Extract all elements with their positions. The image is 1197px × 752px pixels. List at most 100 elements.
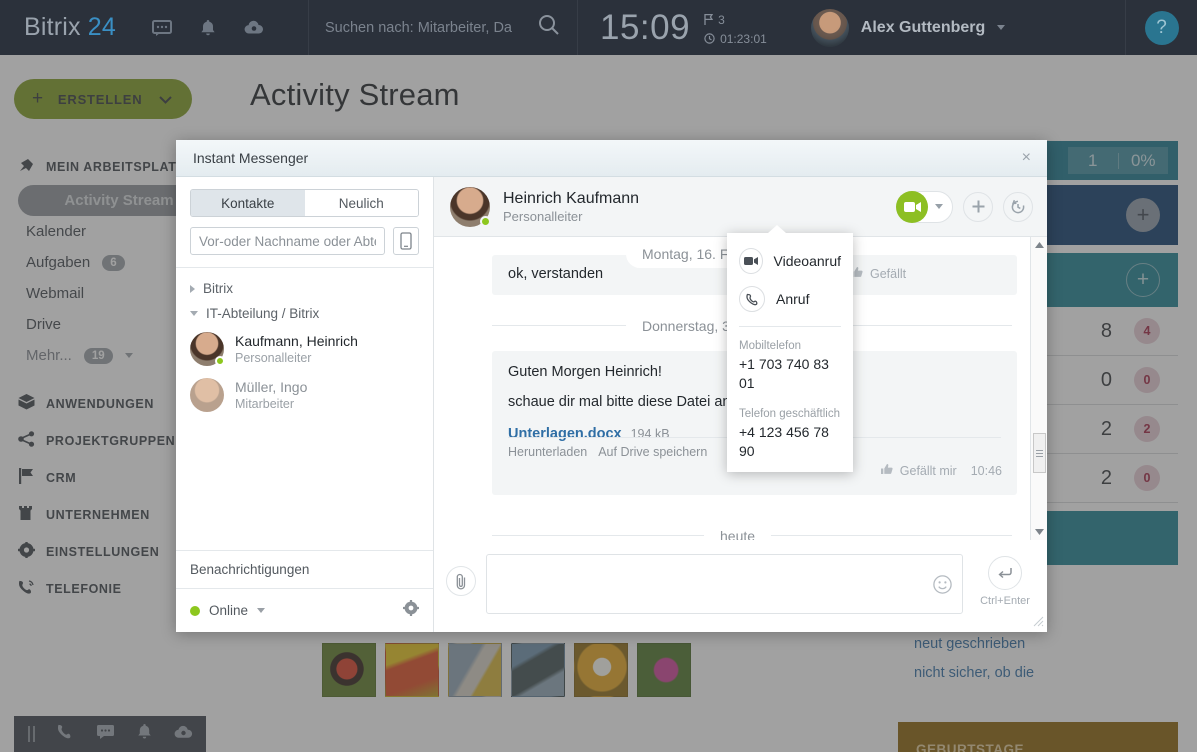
- user-menu[interactable]: Alex Guttenberg: [810, 0, 1006, 55]
- current-time: 15:09: [599, 7, 691, 47]
- video-camera-icon: [739, 248, 763, 274]
- thumbs-up-icon: [880, 463, 893, 478]
- phone-work: Telefon geschäftlich +4 123 456 78 90: [727, 403, 853, 461]
- video-camera-icon: [896, 190, 928, 223]
- send-hint: Ctrl+Enter: [980, 595, 1030, 607]
- im-body: Kontakte Neulich Bitrix I: [176, 177, 1047, 632]
- top-icon-group: [151, 0, 264, 55]
- im-search-row: [190, 227, 419, 255]
- tree-node-it-abteilung[interactable]: IT-Abteilung / Bitrix: [176, 301, 433, 326]
- im-left-footer: Benachrichtigungen Online: [176, 550, 433, 632]
- instant-messenger-window: Instant Messenger × Kontakte Neulich Vor…: [176, 140, 1047, 632]
- phone-mobile-label: Mobiltelefon: [739, 340, 802, 352]
- status-dot-online: [190, 605, 200, 616]
- list-item[interactable]: Müller, Ingo Mitarbeiter: [176, 372, 433, 418]
- menu-item-anruf[interactable]: Anruf: [727, 280, 853, 318]
- phone-mobile-value[interactable]: +1 703 740 83 01: [739, 355, 841, 393]
- save-to-drive-link[interactable]: Auf Drive speichern: [598, 445, 707, 459]
- chat-icon[interactable]: [151, 19, 172, 36]
- tree-node-label: IT-Abteilung / Bitrix: [206, 306, 320, 321]
- file-name-link[interactable]: Unterlagen.docx: [508, 426, 622, 442]
- chevron-down-icon[interactable]: [935, 204, 943, 209]
- attach-icon[interactable]: [446, 566, 476, 596]
- bell-icon[interactable]: [200, 19, 216, 37]
- status-selector[interactable]: Online: [176, 589, 433, 632]
- chat-composer: Ctrl+Enter: [434, 540, 1047, 632]
- mobile-icon[interactable]: [393, 227, 419, 255]
- flag-counter[interactable]: 3: [704, 13, 767, 27]
- resize-handle[interactable]: [1033, 616, 1044, 630]
- emoji-icon[interactable]: [933, 575, 952, 599]
- chevron-down-icon[interactable]: [997, 25, 1006, 30]
- cloud-icon[interactable]: [244, 20, 264, 35]
- status-label: Online: [209, 603, 249, 618]
- avatar: [190, 332, 225, 366]
- history-button[interactable]: [1003, 191, 1033, 222]
- add-button[interactable]: [963, 191, 993, 222]
- chat-partner-meta: Heinrich Kaufmann Personalleiter: [503, 189, 639, 225]
- im-contacts-panel: Kontakte Neulich Bitrix I: [176, 177, 434, 632]
- menu-item-videoanruf[interactable]: Videoanruf: [727, 242, 853, 280]
- message-like-bar[interactable]: Gefällt mir 10:46: [880, 463, 1002, 478]
- app-logo[interactable]: Bitrix 24: [0, 0, 116, 55]
- chat-date-separator: heute: [704, 522, 772, 540]
- top-bar: Bitrix 24 Suchen nach: Mitarbeiter, Da 1…: [0, 0, 1197, 55]
- tab-neulich[interactable]: Neulich: [304, 190, 418, 216]
- chat-partner-name: Heinrich Kaufmann: [503, 189, 640, 207]
- phone-mobile: Mobiltelefon +1 703 740 83 01: [727, 335, 853, 393]
- close-icon[interactable]: ×: [1018, 149, 1035, 167]
- status-dot-online: [480, 215, 491, 227]
- contact-name: Müller, Ingo: [235, 378, 308, 395]
- scrollbar-thumb[interactable]: [1033, 433, 1046, 473]
- status-dot-online: [215, 356, 225, 366]
- message-time: 10:46: [970, 463, 1002, 478]
- phone-work-label: Telefon geschäftlich: [739, 408, 841, 420]
- user-name: Alex Guttenberg: [860, 18, 986, 36]
- work-timer[interactable]: 01:23:01: [704, 32, 767, 46]
- download-link[interactable]: Herunterladen: [508, 445, 587, 459]
- phone-work-value[interactable]: +4 123 456 78 90: [739, 423, 841, 461]
- tree-node-bitrix[interactable]: Bitrix: [176, 276, 433, 301]
- scroll-up-icon[interactable]: [1031, 237, 1047, 253]
- scroll-down-icon[interactable]: [1031, 524, 1048, 540]
- file-size: 194 kB: [630, 427, 670, 441]
- chat-header: Heinrich Kaufmann Personalleiter: [434, 177, 1047, 237]
- message-input[interactable]: [486, 554, 963, 614]
- timer-value: 01:23:01: [720, 31, 767, 46]
- message-like-bar[interactable]: Gefällt: [850, 266, 906, 281]
- im-title-bar[interactable]: Instant Messenger ×: [176, 140, 1047, 177]
- avatar: [450, 186, 491, 227]
- avatar: [190, 378, 224, 412]
- chevron-down-icon: [190, 311, 198, 316]
- avatar: [810, 8, 849, 47]
- call-options-dropdown: Videoanruf Anruf Mobiltelefon +1 703 740…: [727, 225, 853, 472]
- logo-primary: Bitrix: [24, 13, 81, 41]
- gear-icon[interactable]: [402, 599, 420, 621]
- im-window-title: Instant Messenger: [193, 150, 309, 166]
- help-area: ?: [1125, 0, 1197, 55]
- chevron-down-icon[interactable]: [257, 608, 266, 613]
- chevron-right-icon: [190, 284, 195, 293]
- chat-partner-role: Personalleiter: [503, 208, 583, 224]
- phone-icon: [739, 286, 765, 312]
- clock-area: 15:09 3 01:23:01: [578, 0, 781, 55]
- flag-count: 3: [718, 12, 725, 27]
- menu-item-label: Videoanruf: [773, 253, 841, 269]
- help-button[interactable]: ?: [1144, 10, 1179, 45]
- contact-name: Kaufmann, Heinrich: [235, 332, 358, 349]
- global-search[interactable]: Suchen nach: Mitarbeiter, Da: [307, 0, 578, 55]
- contact-search-input[interactable]: [190, 227, 385, 255]
- send-area: Ctrl+Enter: [973, 556, 1037, 607]
- app-root: Bitrix 24 Suchen nach: Mitarbeiter, Da 1…: [0, 0, 1197, 752]
- list-item[interactable]: Kaufmann, Heinrich Personalleiter: [176, 326, 433, 372]
- contact-role: Mitarbeiter: [235, 396, 295, 411]
- chat-scrollbar[interactable]: [1030, 237, 1047, 540]
- tab-kontakte[interactable]: Kontakte: [191, 190, 305, 216]
- contact-role: Personalleiter: [235, 350, 312, 365]
- notifications-link[interactable]: Benachrichtigungen: [176, 551, 433, 589]
- tree-node-label: Bitrix: [203, 281, 233, 296]
- search-icon[interactable]: [537, 13, 561, 42]
- send-button[interactable]: [988, 556, 1022, 590]
- video-call-button[interactable]: [896, 190, 953, 223]
